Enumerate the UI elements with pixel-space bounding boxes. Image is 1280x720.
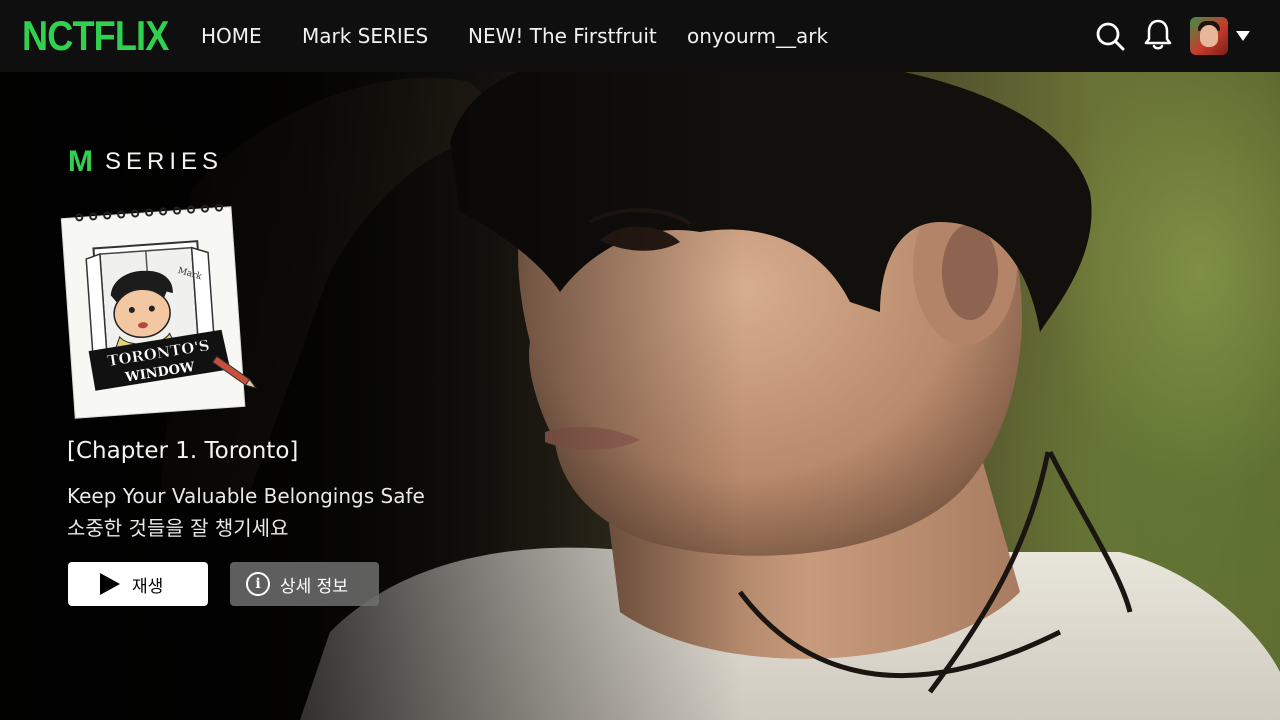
torontos-window-poster: TORONTO'S WINDOW Mark	[60, 196, 260, 426]
avatar-face	[1200, 25, 1218, 47]
search-icon[interactable]	[1094, 20, 1126, 52]
series-text: SERIES	[105, 148, 224, 175]
series-label: M SERIES	[68, 145, 224, 178]
top-navbar: NCTFLIX HOME Mark SERIES NEW! The Firstf…	[0, 0, 1280, 72]
more-info-button-label: 상세 정보	[280, 576, 348, 597]
more-info-button[interactable]: i 상세 정보	[230, 562, 379, 606]
play-button[interactable]: 재생	[68, 562, 208, 606]
series-letter: M	[68, 145, 93, 178]
nav-onyourmark[interactable]: onyourm__ark	[687, 23, 828, 49]
nav-mark-series[interactable]: Mark SERIES	[302, 23, 428, 49]
play-icon	[100, 573, 120, 595]
description-korean: 소중한 것들을 잘 챙기세요	[67, 516, 289, 540]
info-icon: i	[246, 572, 270, 596]
play-button-label: 재생	[132, 576, 164, 597]
nav-home[interactable]: HOME	[201, 23, 262, 49]
bell-icon[interactable]	[1143, 18, 1173, 52]
description-english: Keep Your Valuable Belongings Safe	[67, 484, 425, 508]
nctflix-logo[interactable]: NCTFLIX	[22, 12, 169, 60]
caret-down-icon[interactable]	[1236, 31, 1250, 41]
chapter-title: [Chapter 1. Toronto]	[67, 438, 299, 464]
nav-new-firstfruit[interactable]: NEW! The Firstfruit	[468, 23, 657, 49]
profile-avatar[interactable]	[1190, 17, 1228, 55]
